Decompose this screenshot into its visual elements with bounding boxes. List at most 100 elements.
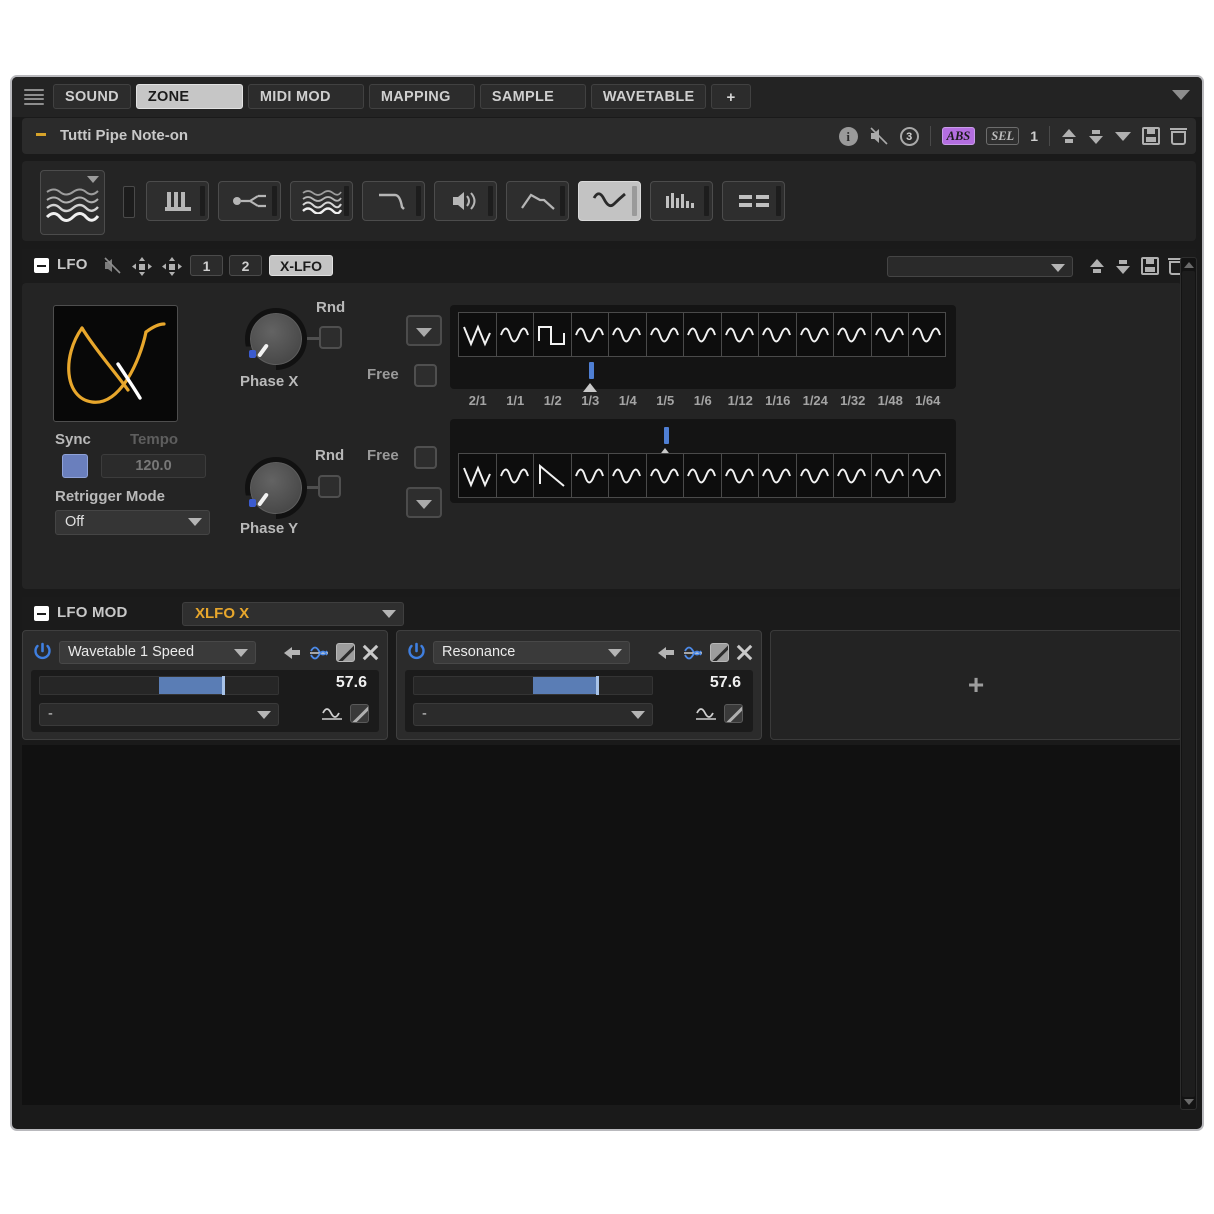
wave-cell[interactable] — [833, 312, 871, 357]
abs-toggle[interactable]: ABS — [941, 127, 976, 145]
lfo-load-previous-icon[interactable] — [1089, 258, 1105, 274]
scroll-up-icon[interactable] — [1184, 262, 1194, 268]
module-amp[interactable] — [434, 181, 497, 221]
preset-menu-icon[interactable] — [1115, 131, 1131, 141]
curve-icon[interactable] — [710, 643, 729, 662]
wave-cell[interactable] — [683, 453, 721, 498]
arrow-left-icon[interactable] — [658, 645, 676, 661]
tab-mapping[interactable]: MAPPING — [368, 84, 475, 109]
lfo-load-next-icon[interactable] — [1115, 259, 1131, 274]
wave-cell[interactable] — [795, 312, 833, 357]
module-filter[interactable] — [362, 181, 425, 221]
close-icon[interactable] — [736, 644, 753, 661]
phase-x-knob[interactable] — [245, 308, 307, 370]
sine-icon[interactable] — [695, 704, 717, 723]
wave-y-dropdown[interactable] — [406, 487, 442, 518]
bipolar-icon[interactable] — [683, 644, 703, 662]
module-wavetable[interactable] — [290, 181, 353, 221]
wave-cell[interactable] — [458, 453, 496, 498]
wave-cell[interactable] — [758, 312, 796, 357]
mute-icon[interactable] — [869, 127, 889, 145]
lfo-mod-source-select[interactable]: XLFO X — [182, 602, 404, 626]
phase-y-rnd-checkbox[interactable] — [318, 475, 341, 498]
mod-target-select[interactable]: Wavetable 1 Speed — [59, 641, 256, 664]
mod-source-select[interactable]: - — [413, 703, 653, 726]
lfo-save-icon[interactable] — [1141, 257, 1159, 275]
slope-icon[interactable] — [724, 704, 743, 723]
arrow-left-icon[interactable] — [284, 645, 302, 661]
free-y-checkbox[interactable] — [414, 446, 437, 469]
free-x-checkbox[interactable] — [414, 364, 437, 387]
wave-cell[interactable] — [645, 312, 683, 357]
module-lfo[interactable] — [578, 181, 641, 221]
save-icon[interactable] — [1142, 127, 1160, 145]
phase-x-rnd-checkbox[interactable] — [319, 326, 342, 349]
lfo-drag-handle-2-icon[interactable] — [162, 257, 182, 281]
add-tab-button[interactable]: + — [711, 84, 751, 109]
module-keyboard[interactable] — [146, 181, 209, 221]
wave-cell[interactable] — [495, 312, 533, 357]
lfo-drag-handle-1-icon[interactable] — [132, 257, 152, 281]
wave-cell[interactable] — [533, 453, 571, 498]
power-icon[interactable] — [32, 641, 53, 662]
mod-slot-add[interactable]: + — [770, 630, 1182, 740]
hamburger-menu-icon[interactable] — [24, 89, 44, 105]
retrigger-mode-select[interactable]: Off — [55, 510, 210, 535]
wave-cell[interactable] — [833, 453, 871, 498]
lfo-slot-2-button[interactable]: 2 — [229, 255, 262, 276]
sine-icon[interactable] — [321, 704, 343, 723]
wave-x-dropdown[interactable] — [406, 315, 442, 346]
wave-cell[interactable] — [495, 453, 533, 498]
module-oscillator[interactable] — [218, 181, 281, 221]
chevron-down-icon[interactable] — [1172, 90, 1190, 100]
lfo-preset-select[interactable] — [887, 256, 1073, 277]
lissajous-display[interactable] — [53, 305, 178, 422]
sel-toggle[interactable]: SEL — [986, 127, 1020, 145]
tab-zone[interactable]: ZONE — [135, 84, 243, 109]
vertical-scrollbar[interactable] — [1180, 257, 1197, 1110]
module-event-list[interactable] — [722, 181, 785, 221]
wave-cell[interactable] — [458, 312, 496, 357]
lfo-slot-1-button[interactable]: 1 — [190, 255, 223, 276]
lfo-mod-collapse-icon[interactable] — [34, 606, 49, 621]
power-icon[interactable] — [406, 641, 427, 662]
lfo-mute-icon[interactable] — [104, 257, 122, 279]
mod-amount-slider[interactable] — [413, 676, 653, 695]
chevron-down-icon[interactable] — [87, 176, 99, 183]
wave-cell[interactable] — [533, 312, 571, 357]
mod-target-select[interactable]: Resonance — [433, 641, 630, 664]
module-envelope[interactable] — [506, 181, 569, 221]
mod-source-select[interactable]: - — [39, 703, 279, 726]
sync-toggle[interactable] — [62, 454, 88, 478]
info-icon[interactable]: i — [838, 126, 858, 146]
close-icon[interactable] — [362, 644, 379, 661]
wave-cell[interactable] — [870, 312, 908, 357]
load-previous-icon[interactable] — [1061, 128, 1077, 144]
wave-cell[interactable] — [608, 453, 646, 498]
wave-cell[interactable] — [758, 453, 796, 498]
tab-wavetable[interactable]: WAVETABLE — [590, 84, 707, 109]
wave-cell[interactable] — [870, 453, 908, 498]
curve-icon[interactable] — [336, 643, 355, 662]
scroll-down-icon[interactable] — [1184, 1099, 1194, 1105]
wave-cell[interactable] — [645, 453, 683, 498]
wave-cell[interactable] — [570, 453, 608, 498]
bipolar-icon[interactable] — [309, 644, 329, 662]
wave-cell[interactable] — [908, 453, 946, 498]
trash-icon[interactable] — [1170, 127, 1187, 145]
module-main-wavetable[interactable] — [40, 170, 105, 235]
collapse-dash-icon[interactable] — [36, 133, 46, 136]
wave-cell[interactable] — [608, 312, 646, 357]
wave-cell[interactable] — [908, 312, 946, 357]
load-next-icon[interactable] — [1088, 129, 1104, 144]
module-step-sequencer[interactable] — [650, 181, 713, 221]
phase-y-knob[interactable] — [245, 457, 307, 519]
wave-cell[interactable] — [795, 453, 833, 498]
wave-cell[interactable] — [683, 312, 721, 357]
wave-cell[interactable] — [570, 312, 608, 357]
lfo-collapse-icon[interactable] — [34, 258, 49, 273]
scrollbar-thumb[interactable] — [1182, 271, 1195, 1097]
slope-icon[interactable] — [350, 704, 369, 723]
tempo-field[interactable]: 120.0 — [101, 454, 206, 478]
mod-amount-slider[interactable] — [39, 676, 279, 695]
